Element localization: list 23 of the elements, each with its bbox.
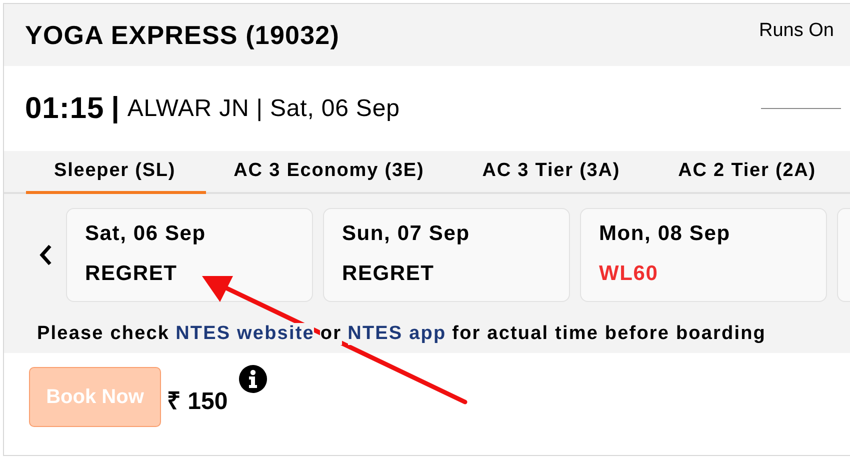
date-label: Sat, 06 Sep (85, 222, 206, 246)
separator: | (111, 92, 120, 125)
ntes-app-link[interactable]: NTES app (348, 323, 446, 345)
chevron-left-icon[interactable] (39, 244, 53, 266)
class-tab[interactable]: Sleeper (SL) (26, 151, 206, 194)
availability-status: WL60 (599, 262, 658, 286)
date-card[interactable]: Sun, 07 Sep REGRET (323, 208, 570, 302)
info-icon[interactable] (238, 365, 267, 393)
class-tab[interactable]: AC 2 Tier (2A) (650, 151, 846, 194)
class-tab[interactable]: AC 3 Economy (3E) (206, 151, 454, 194)
runs-on-label: Runs On (759, 20, 835, 42)
availability-status: REGRET (85, 262, 178, 286)
train-title: YOGA EXPRESS (19032) (25, 20, 340, 50)
availability-status: REGRET (342, 262, 434, 286)
date-label: Sun, 07 Sep (342, 222, 470, 246)
date-card[interactable]: Mon, 08 Sep WL60 (580, 208, 827, 302)
class-tab[interactable]: AC 3 Tier (3A) (454, 151, 650, 194)
note-text: for actual time before boarding (452, 323, 766, 345)
station-date: ALWAR JN | Sat, 06 Sep (127, 94, 400, 122)
departure-time: 01:15 (25, 92, 104, 126)
fare-price: ₹ 150 (167, 387, 228, 416)
date-card[interactable]: Sat, 06 Sep REGRET (66, 208, 313, 302)
date-label: Mon, 08 Sep (599, 222, 730, 246)
